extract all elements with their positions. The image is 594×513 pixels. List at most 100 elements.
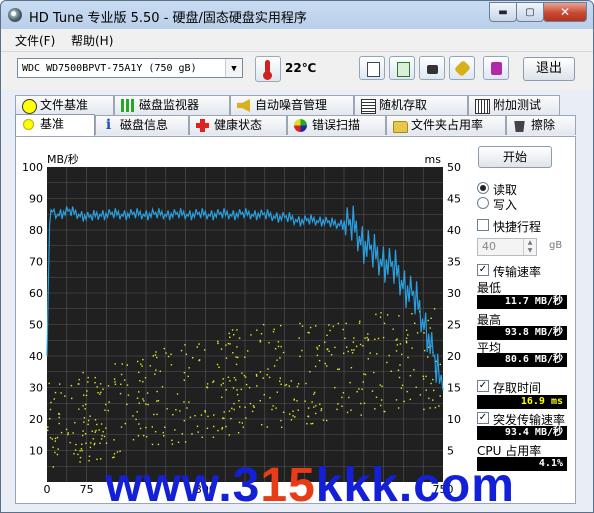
access-time-point bbox=[83, 417, 86, 419]
y-left-tick-label: 20 bbox=[29, 413, 43, 426]
access-time-point bbox=[439, 395, 441, 397]
access-time-point bbox=[138, 402, 140, 404]
access-time-point bbox=[81, 443, 83, 445]
access-time-point bbox=[434, 406, 437, 409]
short-stroke-checkbox[interactable] bbox=[477, 219, 489, 231]
access-time-point bbox=[414, 322, 416, 324]
write-radio[interactable] bbox=[477, 197, 489, 209]
access-time-point bbox=[256, 385, 258, 387]
access-time-point bbox=[405, 337, 408, 339]
access-time-point bbox=[213, 414, 215, 416]
y-right-tick-label: 50 bbox=[447, 161, 461, 174]
access-time-point bbox=[216, 363, 219, 366]
y-right-tick-label: 35 bbox=[447, 256, 461, 269]
access-time-point bbox=[237, 432, 240, 434]
access-time-point bbox=[403, 400, 405, 403]
access-time-point bbox=[401, 353, 403, 356]
access-time-point bbox=[374, 408, 376, 410]
access-time-point bbox=[397, 407, 400, 409]
access-time-point bbox=[296, 385, 299, 388]
access-time-point bbox=[336, 408, 338, 411]
access-time-point bbox=[142, 358, 144, 361]
short-stroke-spinner[interactable]: 40 ▲ ▼ bbox=[477, 238, 537, 256]
access-time-point bbox=[358, 388, 360, 390]
access-time-point bbox=[366, 336, 368, 339]
access-time-point bbox=[359, 320, 361, 322]
y-right-tick-label: 15 bbox=[447, 382, 461, 395]
access-time-point bbox=[297, 409, 299, 411]
start-button[interactable]: 开始 bbox=[478, 146, 552, 168]
access-time-point bbox=[95, 429, 97, 432]
short-stroke-label: 快捷行程 bbox=[493, 220, 542, 234]
access-time-point bbox=[153, 413, 155, 416]
read-radio[interactable] bbox=[477, 182, 489, 194]
access-time-point bbox=[53, 398, 55, 400]
access-time-point bbox=[296, 400, 298, 402]
access-time-point bbox=[198, 343, 200, 345]
access-time-point bbox=[238, 421, 241, 424]
y-left-tick-label: 10 bbox=[29, 445, 43, 458]
access-time-point bbox=[237, 356, 239, 359]
access-time-point bbox=[235, 356, 237, 358]
access-time-point bbox=[433, 389, 435, 392]
access-time-point bbox=[261, 424, 263, 426]
access-time-point bbox=[171, 439, 173, 441]
access-time-point bbox=[248, 386, 251, 389]
access-time-point bbox=[299, 355, 301, 358]
access-time-point bbox=[152, 355, 154, 357]
access-time-point bbox=[282, 351, 285, 354]
access-time-point bbox=[395, 350, 398, 352]
transfer-rate-checkbox[interactable]: ✓ bbox=[477, 264, 489, 276]
access-time-point bbox=[105, 442, 108, 444]
access-time-point bbox=[315, 325, 317, 327]
access-time-point bbox=[176, 393, 179, 395]
access-time-point bbox=[113, 378, 116, 380]
access-time-point bbox=[207, 415, 209, 418]
access-time-point bbox=[373, 371, 375, 374]
access-time-point bbox=[274, 348, 277, 350]
access-time-point bbox=[301, 325, 304, 327]
access-time-point bbox=[137, 360, 139, 363]
spinner-arrows-icon[interactable]: ▲ ▼ bbox=[523, 239, 536, 255]
access-time-point bbox=[367, 358, 369, 360]
access-time-point bbox=[54, 391, 57, 394]
access-time-point bbox=[280, 324, 282, 327]
access-time-point bbox=[192, 357, 194, 359]
access-time-point bbox=[424, 349, 426, 352]
access-time-point bbox=[197, 431, 199, 433]
access-time-point bbox=[73, 453, 75, 455]
access-time-point bbox=[220, 384, 222, 386]
access-time-point bbox=[350, 409, 352, 411]
access-time-point bbox=[212, 381, 214, 383]
access-time-point bbox=[84, 433, 87, 435]
access-time-point bbox=[142, 398, 144, 400]
access-time-point bbox=[87, 419, 90, 422]
access-time-point bbox=[307, 331, 309, 334]
access-time-point bbox=[398, 376, 401, 379]
access-time-point bbox=[92, 438, 95, 440]
access-time-point bbox=[313, 406, 315, 408]
access-time-point bbox=[127, 394, 130, 396]
access-time-point bbox=[289, 413, 291, 415]
access-time-point bbox=[281, 426, 283, 428]
access-time-point bbox=[155, 369, 157, 371]
access-time-point bbox=[83, 394, 85, 396]
access-time-point bbox=[132, 415, 134, 417]
access-time-point bbox=[142, 381, 144, 383]
access-time-point bbox=[382, 336, 385, 339]
access-time-point bbox=[239, 406, 241, 408]
access-time-point bbox=[329, 329, 331, 332]
access-time-point bbox=[154, 431, 157, 433]
access-time-point bbox=[49, 437, 52, 439]
access-time-point bbox=[47, 426, 49, 428]
burst-rate-checkbox[interactable]: ✓ bbox=[477, 412, 489, 424]
access-time-point bbox=[359, 343, 362, 346]
access-time-point bbox=[259, 339, 261, 342]
access-time-checkbox[interactable]: ✓ bbox=[477, 380, 489, 392]
access-time-point bbox=[256, 375, 258, 377]
access-time-point bbox=[277, 341, 280, 343]
access-time-point bbox=[217, 340, 219, 343]
access-time-point bbox=[58, 422, 60, 425]
access-time-point bbox=[217, 429, 219, 432]
y-left-tick-label: 30 bbox=[29, 382, 43, 395]
